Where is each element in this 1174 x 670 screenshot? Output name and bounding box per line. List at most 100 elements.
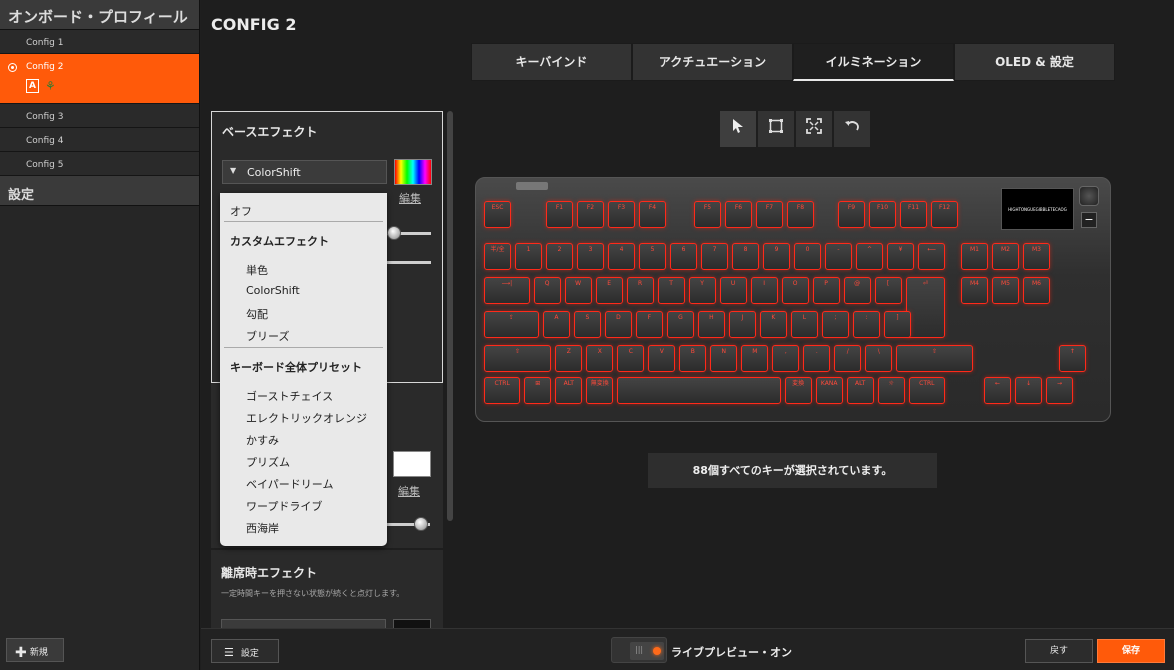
key[interactable]: V — [648, 345, 676, 372]
tab-keybind[interactable]: キーバインド — [471, 43, 632, 81]
key[interactable]: ⟵ — [918, 243, 945, 270]
key[interactable]: ↑ — [1058, 345, 1086, 372]
key[interactable]: CTRL — [908, 377, 945, 404]
key[interactable]: 7 — [701, 243, 728, 270]
cursor-icon[interactable] — [720, 111, 756, 147]
key[interactable]: → — [1046, 377, 1073, 404]
key[interactable]: ALT — [555, 377, 583, 404]
brightness-slider-track[interactable] — [387, 261, 431, 264]
key[interactable]: F5 — [694, 201, 721, 228]
panel-scrollbar[interactable] — [447, 111, 453, 521]
sidebar-item-config-2[interactable]: Config 2 A ⚘ — [0, 54, 199, 104]
key[interactable]: J — [728, 311, 756, 338]
color-swatch-white[interactable] — [393, 451, 431, 477]
key[interactable]: F12 — [931, 201, 958, 228]
expand-icon[interactable] — [796, 111, 832, 147]
key[interactable]: ^ — [856, 243, 883, 270]
tab-oled-settings[interactable]: OLED & 設定 — [954, 43, 1115, 81]
key[interactable]: ALT — [846, 377, 874, 404]
key[interactable]: F1 — [546, 201, 573, 228]
sidebar-item-config-3[interactable]: Config 3 — [0, 104, 199, 128]
key[interactable]: / — [834, 345, 862, 372]
menu-item-solid[interactable]: 単色 — [246, 262, 268, 278]
key[interactable]: R — [626, 277, 654, 304]
tab-illumination[interactable]: イルミネーション — [793, 43, 954, 81]
key[interactable]: S — [573, 311, 601, 338]
key[interactable]: 変換 — [784, 377, 812, 404]
menu-item-west-coast[interactable]: 西海岸 — [246, 520, 279, 536]
key[interactable]: 6 — [670, 243, 697, 270]
key[interactable]: 0 — [794, 243, 821, 270]
key[interactable]: Q — [533, 277, 561, 304]
undo-icon[interactable] — [834, 111, 870, 147]
menu-item-electric-orange[interactable]: エレクトリックオレンジ — [246, 410, 367, 426]
key[interactable]: Y — [688, 277, 716, 304]
key[interactable]: 8 — [732, 243, 759, 270]
key[interactable]: U — [719, 277, 747, 304]
speed-slider-knob[interactable] — [387, 226, 401, 240]
key[interactable]: , — [772, 345, 800, 372]
key[interactable]: C — [617, 345, 645, 372]
sidebar-item-config-4[interactable]: Config 4 — [0, 128, 199, 152]
key[interactable]: ⟶| — [484, 277, 530, 304]
key[interactable]: K — [759, 311, 787, 338]
key[interactable]: ] — [883, 311, 911, 338]
key[interactable]: B — [679, 345, 707, 372]
key[interactable]: D — [604, 311, 632, 338]
revert-button[interactable]: 戻す — [1025, 639, 1093, 663]
key[interactable]: M4 — [961, 277, 988, 304]
key[interactable]: I — [750, 277, 778, 304]
key[interactable]: T — [657, 277, 685, 304]
key[interactable]: [ — [874, 277, 902, 304]
menu-item-prism[interactable]: プリズム — [246, 454, 290, 470]
key[interactable]: M2 — [992, 243, 1019, 270]
key[interactable]: ↓ — [1015, 377, 1042, 404]
key[interactable]: - — [825, 243, 852, 270]
key[interactable]: F — [635, 311, 663, 338]
edit-color-link[interactable]: 編集 — [399, 190, 421, 206]
key[interactable]: G — [666, 311, 694, 338]
key[interactable]: ⊞ — [524, 377, 552, 404]
key[interactable]: P — [812, 277, 840, 304]
menu-item-gradient[interactable]: 勾配 — [246, 306, 268, 322]
key[interactable]: ⇪ — [484, 311, 539, 338]
color-swatch-rainbow[interactable] — [394, 159, 432, 185]
key[interactable]: ⇧ — [484, 345, 552, 372]
sidebar-settings[interactable]: 設定 — [0, 176, 199, 206]
key[interactable]: W — [564, 277, 592, 304]
key[interactable]: M6 — [1023, 277, 1050, 304]
key[interactable]: M5 — [992, 277, 1019, 304]
save-button[interactable]: 保存 — [1097, 639, 1165, 663]
key[interactable]: F9 — [838, 201, 865, 228]
key[interactable]: 4 — [608, 243, 635, 270]
new-profile-button[interactable]: ✚ 新規 — [6, 638, 64, 662]
sidebar-item-config-1[interactable]: Config 1 — [0, 30, 199, 54]
menu-item-ghost-chase[interactable]: ゴーストチェイス — [246, 388, 333, 404]
key[interactable]: 無変換 — [586, 377, 614, 404]
key[interactable]: 5 — [639, 243, 666, 270]
key[interactable]: ⇧ — [896, 345, 973, 372]
key[interactable]: 9 — [763, 243, 790, 270]
key[interactable]: ; — [821, 311, 849, 338]
key[interactable]: ☼ — [877, 377, 905, 404]
key[interactable]: F8 — [787, 201, 814, 228]
key[interactable]: @ — [843, 277, 871, 304]
key[interactable]: ⏎ — [905, 277, 945, 338]
key[interactable]: 1 — [515, 243, 542, 270]
key[interactable]: F10 — [869, 201, 896, 228]
base-effect-dropdown[interactable]: ▼ ColorShift — [222, 160, 387, 184]
key[interactable]: . — [803, 345, 831, 372]
key[interactable]: E — [595, 277, 623, 304]
key[interactable] — [617, 377, 781, 404]
key[interactable]: : — [852, 311, 880, 338]
minus-button[interactable]: − — [1081, 212, 1097, 228]
key[interactable]: 半/全 — [484, 243, 511, 270]
key[interactable]: F4 — [639, 201, 666, 228]
key[interactable]: CTRL — [484, 377, 521, 404]
menu-item-off[interactable]: オフ — [230, 203, 252, 219]
key[interactable]: F3 — [608, 201, 635, 228]
key[interactable]: Z — [555, 345, 583, 372]
key[interactable]: L — [790, 311, 818, 338]
key[interactable]: 3 — [577, 243, 604, 270]
key[interactable]: 2 — [546, 243, 573, 270]
